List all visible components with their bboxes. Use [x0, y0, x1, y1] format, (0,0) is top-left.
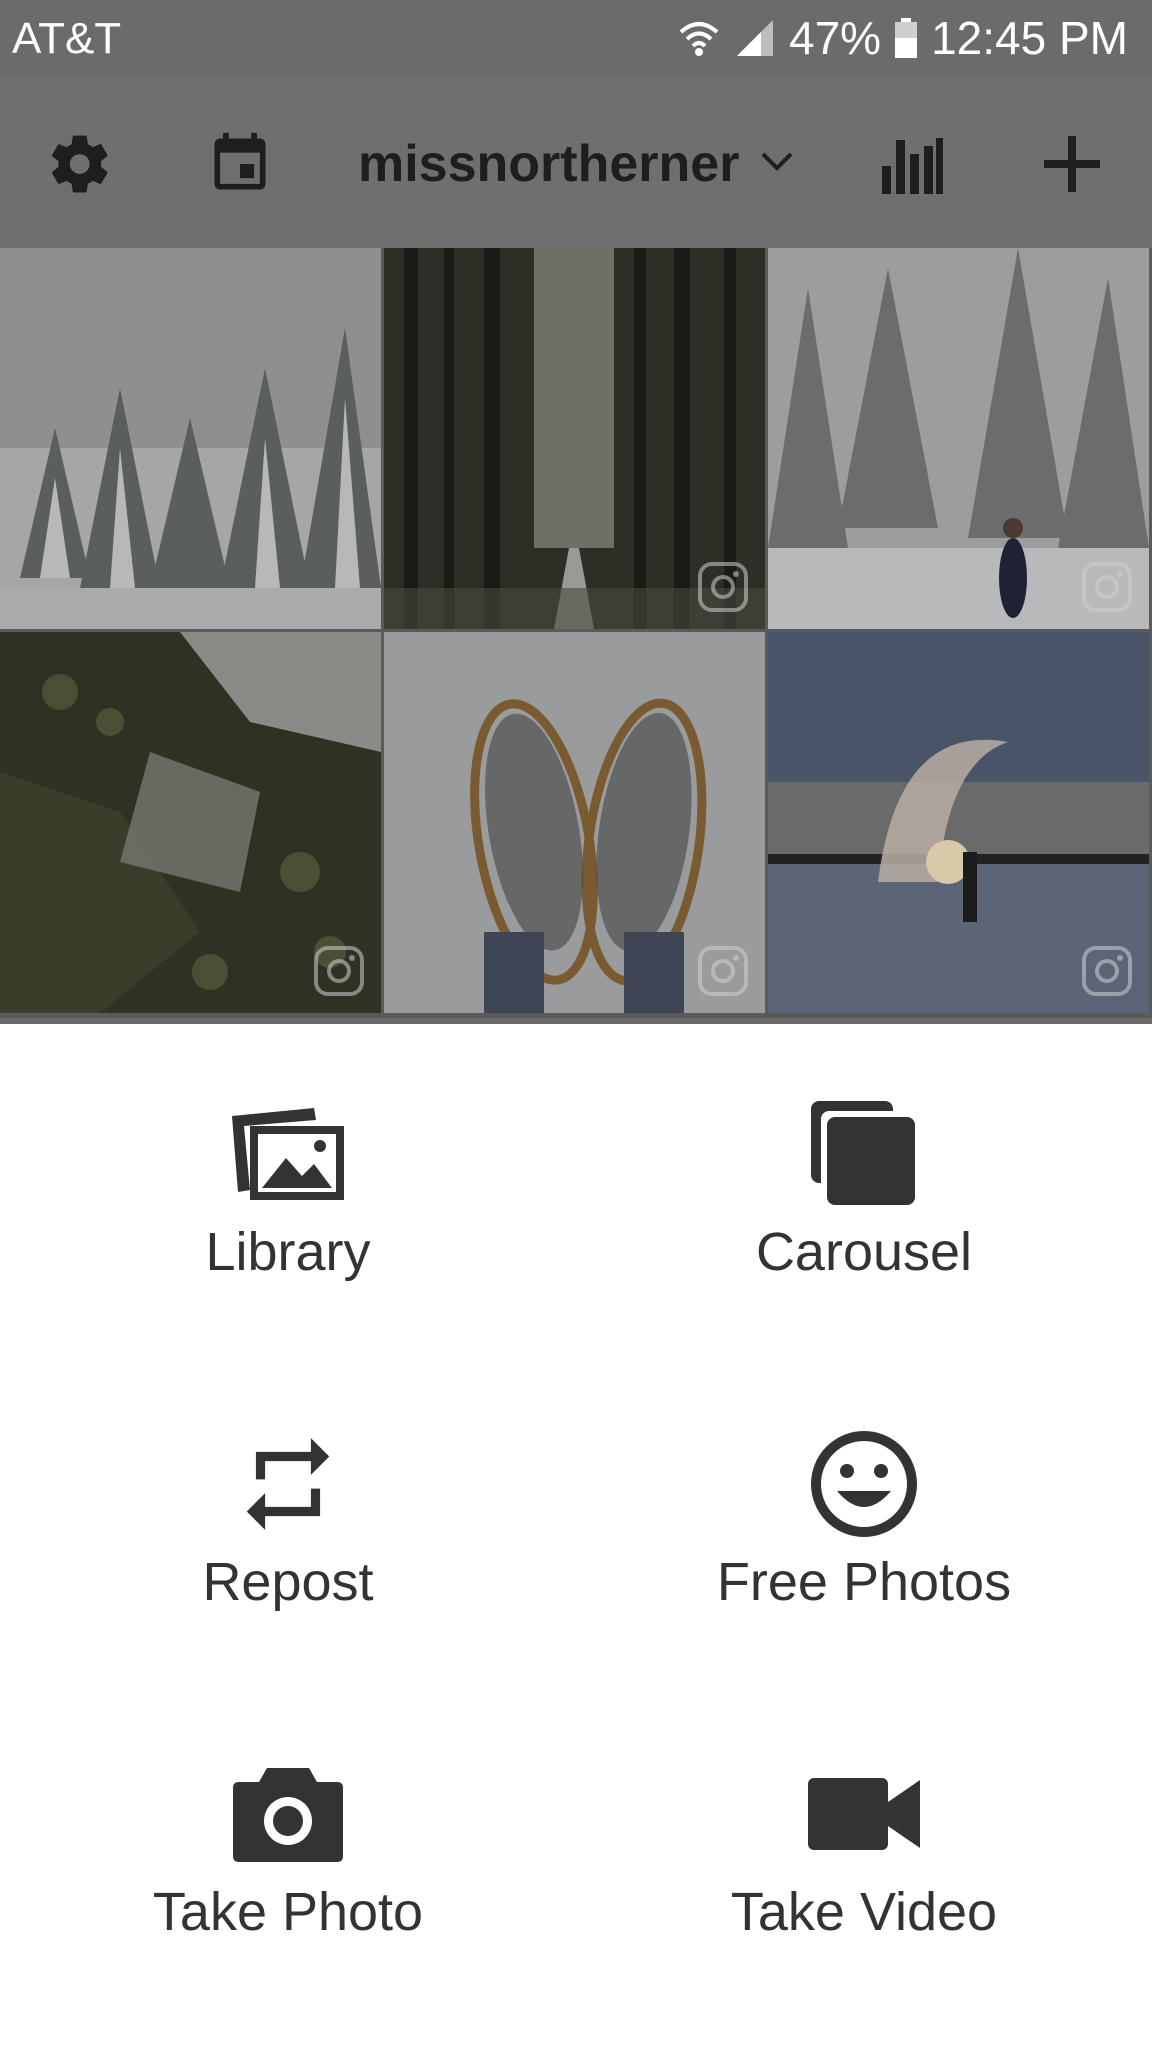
repost-option[interactable]: Repost: [0, 1354, 576, 1684]
take-video-option[interactable]: Take Video: [576, 1684, 1152, 2014]
bar-chart-icon[interactable]: [876, 128, 948, 200]
carrier-label: AT&T: [12, 14, 122, 63]
library-option[interactable]: Library: [0, 1024, 576, 1354]
take-photo-option[interactable]: Take Photo: [0, 1684, 576, 2014]
battery-icon: [895, 18, 918, 58]
top-app-bar: missnortherner: [0, 76, 1152, 248]
library-label: Library: [205, 1222, 371, 1282]
grid-photo-snowshoes[interactable]: [384, 632, 765, 1013]
carousel-icon: [804, 1094, 924, 1214]
instagram-icon: [697, 945, 749, 997]
grid-photo-frozen-lake-steam[interactable]: [768, 632, 1149, 1013]
status-indicators: 47% 12:45 PM: [677, 10, 1128, 66]
video-camera-icon: [804, 1754, 924, 1874]
battery-percent: 47%: [789, 12, 882, 64]
repost-icon: [228, 1424, 348, 1544]
instagram-icon: [1081, 945, 1133, 997]
repost-label: Repost: [202, 1552, 374, 1612]
grid-photo-pine-forest-road[interactable]: [384, 248, 765, 629]
chevron-down-icon: [757, 142, 797, 187]
account-switcher[interactable]: missnortherner: [358, 132, 797, 196]
free-photos-option[interactable]: Free Photos: [576, 1354, 1152, 1684]
free-photos-label: Free Photos: [716, 1552, 1012, 1612]
photo-grid: [0, 248, 1152, 1028]
grid-photo-aerial-forest[interactable]: [0, 632, 381, 1013]
grid-photo-snowy-woods-person[interactable]: [768, 248, 1149, 629]
calendar-icon[interactable]: [204, 128, 276, 200]
camera-icon: [228, 1754, 348, 1874]
plus-icon[interactable]: [1036, 128, 1108, 200]
take-photo-label: Take Photo: [152, 1882, 424, 1942]
gear-icon[interactable]: [44, 128, 116, 200]
instagram-icon: [1081, 561, 1133, 613]
take-video-label: Take Video: [730, 1882, 998, 1942]
carousel-label: Carousel: [755, 1222, 973, 1282]
add-post-sheet: Library Carousel Repost Free Photos Take…: [0, 1024, 1152, 2048]
signal-icon: [735, 18, 775, 58]
status-bar: AT&T 47% 12:45 PM: [0, 0, 1152, 76]
clock: 12:45 PM: [931, 12, 1128, 64]
instagram-icon: [697, 561, 749, 613]
instagram-icon: [313, 945, 365, 997]
carousel-option[interactable]: Carousel: [576, 1024, 1152, 1354]
grid-photo-snowy-pines[interactable]: [0, 248, 381, 629]
smiley-icon: [804, 1424, 924, 1544]
library-icon: [228, 1094, 348, 1214]
account-name: missnortherner: [358, 135, 740, 193]
wifi-icon: [677, 16, 721, 60]
